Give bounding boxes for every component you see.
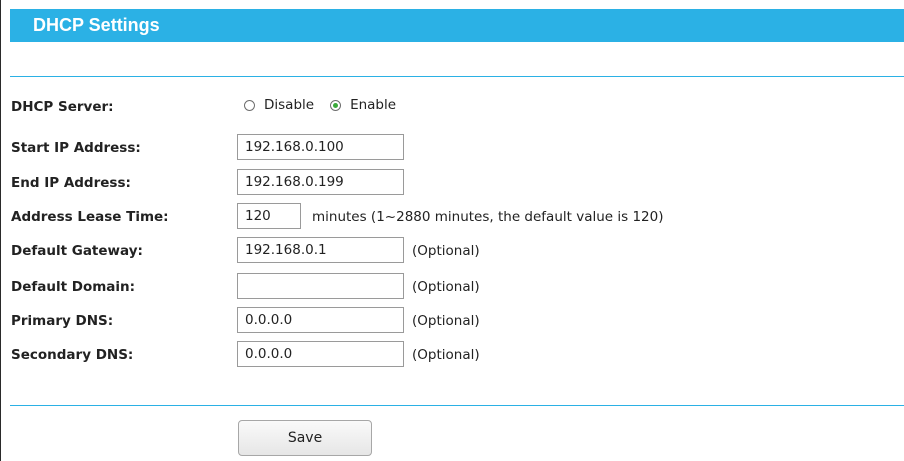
dhcp-disable-radio[interactable] [244, 99, 255, 111]
gateway-input[interactable] [237, 237, 404, 263]
dhcp-server-label: DHCP Server: [11, 99, 114, 115]
lease-time-input[interactable] [237, 203, 301, 229]
bottom-divider [10, 405, 904, 406]
secondary-dns-optional-hint: (Optional) [412, 347, 480, 363]
secondary-dns-input[interactable] [237, 341, 404, 367]
dhcp-server-radio-group: Disable Enable [244, 97, 412, 113]
top-divider [10, 76, 904, 77]
dhcp-disable-label[interactable]: Disable [264, 97, 314, 113]
lease-time-hint: minutes (1~2880 minutes, the default val… [312, 209, 664, 225]
start-ip-input[interactable] [237, 134, 404, 160]
gateway-optional-hint: (Optional) [412, 243, 480, 259]
end-ip-input[interactable] [237, 169, 404, 195]
domain-input[interactable] [237, 273, 404, 299]
end-ip-label: End IP Address: [11, 175, 131, 191]
save-button[interactable]: Save [238, 420, 372, 456]
dhcp-enable-radio[interactable] [330, 99, 342, 111]
title-bar: DHCP Settings [10, 9, 904, 42]
page-title: DHCP Settings [33, 15, 160, 35]
primary-dns-input[interactable] [237, 307, 404, 333]
domain-label: Default Domain: [11, 279, 136, 295]
start-ip-label: Start IP Address: [11, 140, 141, 156]
dhcp-enable-label[interactable]: Enable [350, 97, 396, 113]
secondary-dns-label: Secondary DNS: [11, 347, 134, 363]
primary-dns-optional-hint: (Optional) [412, 313, 480, 329]
domain-optional-hint: (Optional) [412, 279, 480, 295]
dhcp-settings-panel: DHCP Settings DHCP Server: Disable Enabl… [0, 0, 904, 461]
gateway-label: Default Gateway: [11, 243, 143, 259]
lease-time-label: Address Lease Time: [11, 209, 169, 225]
primary-dns-label: Primary DNS: [11, 313, 114, 329]
